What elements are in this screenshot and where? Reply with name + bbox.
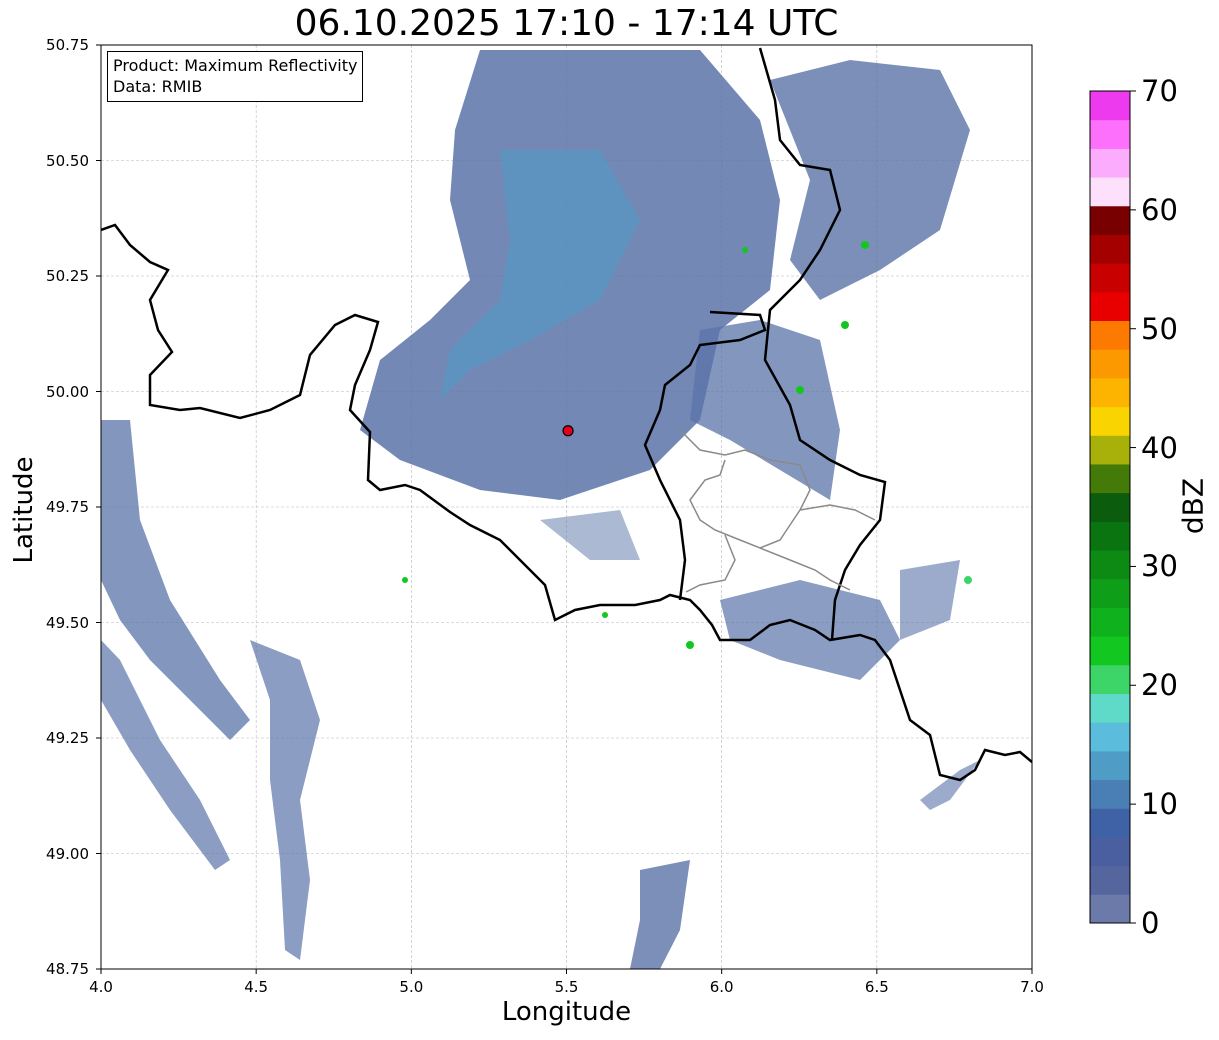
x-tick-label: 6.5	[864, 978, 889, 996]
colorbar-segment	[1090, 492, 1130, 522]
x-tick-label: 7.0	[1020, 978, 1044, 996]
y-tick-label: 50.00	[46, 382, 89, 401]
colorbar-tick-label: 40	[1141, 430, 1178, 465]
colorbar-segment	[1090, 91, 1130, 121]
colorbar-segment	[1090, 865, 1130, 895]
x-axis-label: Longitude	[501, 997, 632, 1027]
colorbar-tick-label: 60	[1141, 192, 1178, 227]
colorbar-segment	[1090, 377, 1130, 408]
colorbar-segment	[1090, 750, 1130, 781]
colorbar-segment	[1090, 779, 1130, 809]
info-box: Product: Maximum Reflectivity Data: RMIB	[107, 51, 364, 102]
colorbar-segment	[1090, 320, 1130, 350]
product-label: Product: Maximum Reflectivity	[113, 56, 358, 75]
y-tick-label: 49.50	[46, 613, 89, 632]
colorbar-segment	[1090, 894, 1130, 924]
x-tick-label: 4.5	[244, 978, 269, 996]
colorbar-segment	[1090, 406, 1130, 436]
colorbar-tick-label: 20	[1141, 668, 1178, 703]
colorbar-tick-label: 50	[1141, 311, 1178, 346]
x-tick-label: 4.0	[89, 978, 113, 996]
colorbar-tick-label: 10	[1141, 787, 1178, 822]
colorbar-segment	[1090, 177, 1130, 207]
x-tick-label: 5.0	[399, 978, 424, 996]
radar-site-marker[interactable]	[562, 425, 574, 437]
colorbar-segment	[1090, 234, 1130, 264]
colorbar-segment	[1090, 119, 1130, 149]
colorbar-segment	[1090, 205, 1130, 235]
reflectivity-echoes	[101, 50, 980, 969]
data-source-label: Data: RMIB	[113, 77, 203, 96]
colorbar-segment	[1090, 578, 1130, 608]
y-tick-label: 50.75	[46, 36, 89, 54]
colorbar-segment	[1090, 664, 1130, 694]
y-tick-label: 49.75	[46, 498, 89, 516]
colorbar-tick-label: 0	[1141, 906, 1160, 940]
colorbar-tick-label: 70	[1141, 74, 1178, 108]
y-tick-label: 50.50	[46, 151, 89, 170]
colorbar-segment	[1090, 693, 1130, 723]
colorbar-segment	[1090, 636, 1130, 666]
colorbar-segment	[1090, 836, 1130, 867]
x-tick-label: 5.5	[554, 978, 579, 996]
y-tick-label: 50.25	[46, 267, 89, 285]
colorbar-label: dBZ	[1176, 477, 1210, 535]
y-tick-label: 48.75	[46, 960, 89, 978]
colorbar-segment	[1090, 148, 1130, 178]
colorbar	[1089, 90, 1136, 924]
colorbar-segment	[1090, 550, 1130, 580]
y-tick-label: 49.00	[46, 844, 89, 863]
radar-map[interactable]	[0, 0, 1219, 1040]
y-tick-label: 49.25	[46, 729, 89, 747]
colorbar-segment	[1090, 291, 1130, 322]
colorbar-segment	[1090, 722, 1130, 752]
colorbar-segment	[1090, 263, 1130, 293]
colorbar-segment	[1090, 463, 1130, 494]
x-tick-label: 6.0	[709, 978, 734, 996]
colorbar-tick-label: 30	[1141, 549, 1178, 584]
colorbar-segment	[1090, 435, 1130, 465]
colorbar-segment	[1090, 349, 1130, 379]
colorbar-segment	[1090, 607, 1130, 637]
colorbar-segment	[1090, 521, 1130, 551]
colorbar-segment	[1090, 808, 1130, 838]
